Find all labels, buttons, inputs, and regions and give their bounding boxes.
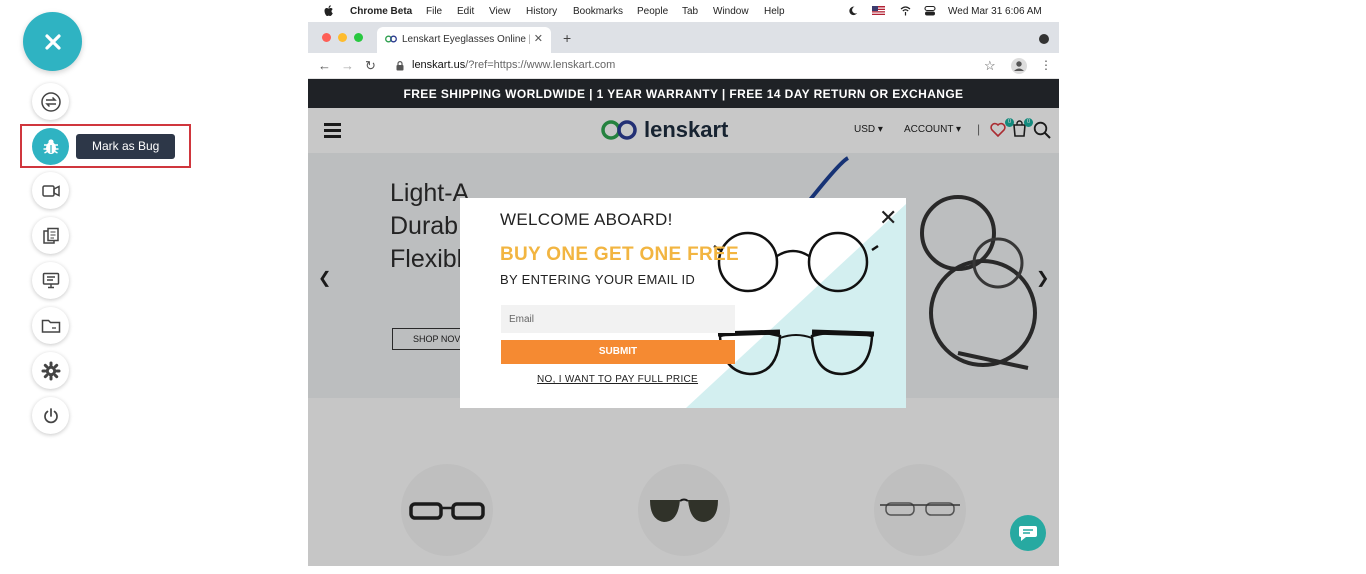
forward-arrow-icon[interactable]: → (341, 58, 354, 73)
tab-strip: Lenskart Eyeglasses Online | P ✕ + (308, 22, 1059, 53)
menu-help[interactable]: Help (764, 6, 785, 17)
control-center-icon[interactable] (924, 5, 936, 17)
menu-edit[interactable]: Edit (457, 6, 474, 17)
copy-pages-icon (42, 227, 59, 244)
settings-button[interactable] (32, 352, 69, 389)
mark-as-bug-tooltip: Mark as Bug (76, 134, 176, 159)
flag-icon[interactable] (872, 6, 885, 15)
folder-icon (41, 319, 60, 333)
close-icon (44, 33, 61, 50)
browline-glasses-image (717, 329, 875, 376)
menu-file[interactable]: File (426, 6, 442, 17)
menu-view[interactable]: View (489, 6, 511, 17)
close-window-button[interactable] (322, 33, 331, 42)
browser-window: Chrome Beta File Edit View History Bookm… (308, 0, 1059, 566)
switch-button[interactable] (32, 83, 69, 120)
url-text[interactable]: lenskart.us/?ref=https://www.lenskart.co… (412, 59, 615, 71)
menu-window[interactable]: Window (713, 6, 749, 17)
moon-icon[interactable] (848, 6, 858, 16)
mark-as-bug-button[interactable] (32, 128, 69, 165)
reload-icon[interactable]: ↻ (365, 58, 376, 74)
copy-button[interactable] (32, 217, 69, 254)
video-record-button[interactable] (32, 172, 69, 209)
browser-tab[interactable]: Lenskart Eyeglasses Online | P ✕ (377, 27, 551, 53)
decline-offer-link[interactable]: NO, I WANT TO PAY FULL PRICE (537, 374, 698, 385)
popup-subtitle: BY ENTERING YOUR EMAIL ID (500, 272, 696, 287)
popup-title: WELCOME ABOARD! (500, 210, 673, 229)
menu-app-name[interactable]: Chrome Beta (350, 6, 412, 17)
power-icon (43, 407, 58, 423)
lenskart-page: FREE SHIPPING WORLDWIDE | 1 YEAR WARRANT… (308, 79, 1059, 566)
monitor-icon (42, 272, 59, 289)
menu-people[interactable]: People (637, 6, 668, 17)
video-camera-icon (41, 184, 60, 197)
apple-logo-icon[interactable] (324, 5, 334, 17)
tab-title: Lenskart Eyeglasses Online | P (402, 34, 530, 45)
chat-button[interactable] (1010, 515, 1046, 551)
mac-menu-bar: Chrome Beta File Edit View History Bookm… (308, 0, 1059, 22)
popup-promo: BUY ONE GET ONE FREE (500, 244, 739, 265)
minimize-window-button[interactable] (338, 33, 347, 42)
announcement-bar: FREE SHIPPING WORLDWIDE | 1 YEAR WARRANT… (308, 79, 1059, 108)
menu-bookmarks[interactable]: Bookmarks (573, 6, 623, 17)
new-tab-button[interactable]: + (563, 30, 571, 46)
menu-datetime[interactable]: Wed Mar 31 6:06 AM (948, 6, 1042, 17)
lenskart-favicon-icon (385, 35, 397, 43)
gear-icon (41, 361, 60, 380)
popup-close-icon[interactable]: ✕ (879, 205, 897, 231)
bug-icon (43, 138, 58, 154)
menu-tab[interactable]: Tab (682, 6, 698, 17)
submit-button[interactable]: SUBMIT (501, 340, 735, 364)
folder-button[interactable] (32, 307, 69, 344)
screen-capture-button[interactable] (32, 262, 69, 299)
browser-menu-icon[interactable]: ⋮ (1040, 58, 1052, 72)
profile-avatar-icon[interactable] (1011, 58, 1027, 74)
tab-search-button[interactable] (1039, 34, 1049, 44)
close-toolbar-button[interactable] (23, 12, 82, 71)
switch-arrows-icon (40, 91, 61, 112)
address-bar: ← → ↻ lenskart.us/?ref=https://www.lensk… (308, 53, 1059, 79)
power-button[interactable] (32, 397, 69, 434)
bookmark-star-icon[interactable]: ☆ (984, 58, 996, 74)
back-arrow-icon[interactable]: ← (318, 58, 331, 73)
url-path: /?ref=https://www.lenskart.com (465, 59, 616, 71)
menu-history[interactable]: History (526, 6, 557, 17)
page: Mark as Bug Chrome Beta File Edit View H… (0, 0, 1366, 574)
url-host: lenskart.us (412, 59, 466, 71)
chat-bubble-icon (1019, 526, 1037, 541)
email-field[interactable] (501, 305, 735, 333)
lock-icon[interactable] (396, 61, 404, 71)
welcome-popup: ✕ WELCOME ABOARD! BUY ONE GET ONE FREE B… (460, 198, 906, 408)
close-tab-icon[interactable]: ✕ (534, 32, 543, 45)
maximize-window-button[interactable] (354, 33, 363, 42)
wifi-icon[interactable] (900, 5, 911, 16)
